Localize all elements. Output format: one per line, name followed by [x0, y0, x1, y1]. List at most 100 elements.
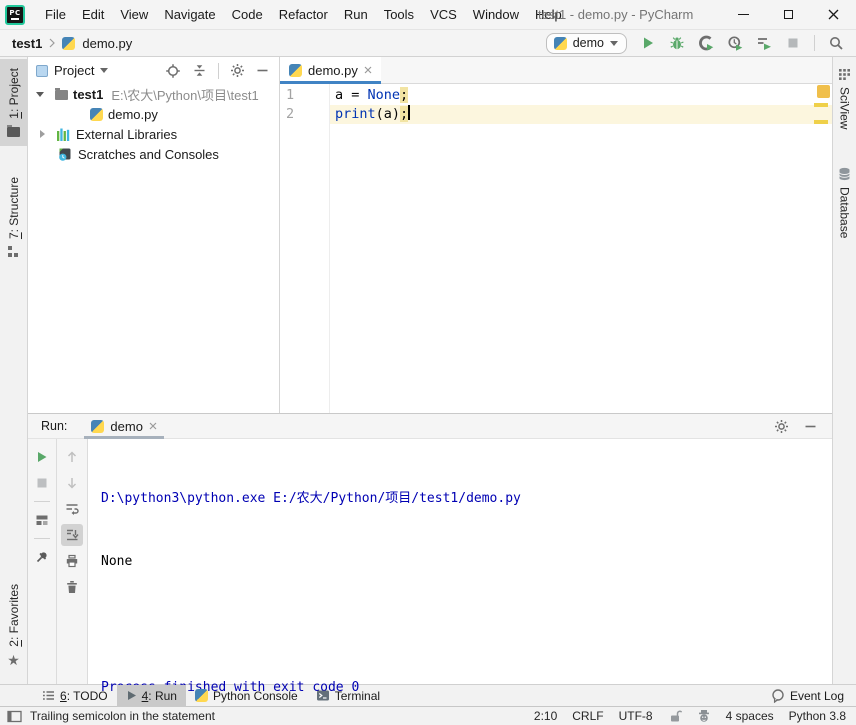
libraries-icon: [56, 127, 71, 142]
run-panel-body: D:\python3\python.exe E:/农大/Python/项目/te…: [28, 439, 832, 684]
search-everywhere-icon[interactable]: [828, 35, 844, 51]
gear-icon[interactable]: [230, 63, 245, 78]
minimize-button[interactable]: [721, 0, 766, 29]
locate-file-icon[interactable]: [165, 63, 181, 79]
soft-wrap-button[interactable]: [61, 498, 83, 520]
close-tab-icon[interactable]: [149, 422, 157, 430]
menu-tools[interactable]: Tools: [376, 3, 422, 26]
tool-tab-sciview[interactable]: SciView: [833, 59, 856, 138]
menu-file[interactable]: File: [37, 3, 74, 26]
clear-console-button[interactable]: [61, 576, 83, 598]
chevron-right-icon: [49, 38, 55, 48]
line-number: 1: [286, 86, 329, 105]
tool-tab-python-console-label: Python Console: [213, 689, 298, 703]
menu-window[interactable]: Window: [465, 3, 527, 26]
tree-scratches: Scratches and Consoles: [78, 147, 219, 162]
tool-tab-python-console[interactable]: Python Console: [186, 685, 307, 707]
tool-window-toggle-icon[interactable]: [7, 710, 22, 723]
expanded-arrow-icon[interactable]: [36, 92, 44, 97]
menu-edit[interactable]: Edit: [74, 3, 112, 26]
hide-panel-icon[interactable]: [256, 64, 269, 77]
python-config-icon: [91, 420, 104, 433]
encoding-widget[interactable]: UTF-8: [619, 709, 653, 723]
python-config-icon: [554, 37, 567, 50]
hector-inspections-icon[interactable]: [697, 709, 711, 723]
tree-row-external-libraries[interactable]: External Libraries: [28, 124, 279, 144]
main-area: 1: Project 7: Structure 2: Favorites ★: [0, 57, 856, 684]
tree-row-scratches[interactable]: Scratches and Consoles: [28, 144, 279, 164]
line-number-gutter: 1 2: [280, 84, 330, 413]
project-panel-title[interactable]: Project: [54, 63, 94, 78]
scroll-to-end-button[interactable]: [61, 524, 83, 546]
event-log-button[interactable]: Event Log: [770, 688, 856, 703]
project-tree: test1 E:\农大\Python\项目\test1 demo.py: [28, 84, 279, 164]
profiler-button[interactable]: [727, 35, 743, 51]
tool-tab-todo[interactable]: 6: TODO: [33, 685, 117, 707]
tool-tab-favorites[interactable]: 2: Favorites ★: [0, 575, 27, 676]
tool-tab-todo-label: 6: TODO: [60, 689, 108, 703]
menu-refactor[interactable]: Refactor: [271, 3, 336, 26]
debug-button[interactable]: [669, 35, 685, 51]
interpreter-widget[interactable]: Python 3.8: [789, 709, 846, 723]
tool-tab-terminal[interactable]: Terminal: [307, 685, 389, 707]
line-ending-widget[interactable]: CRLF: [572, 709, 603, 723]
code-area[interactable]: a = None; print(a);: [330, 84, 832, 413]
tool-window-icon: [36, 65, 48, 77]
indent-widget[interactable]: 4 spaces: [726, 709, 774, 723]
run-configuration-select[interactable]: demo: [546, 33, 627, 54]
collapsed-arrow-icon[interactable]: [40, 130, 45, 138]
database-icon: [838, 167, 851, 181]
close-button[interactable]: [811, 0, 856, 29]
menu-code[interactable]: Code: [224, 3, 271, 26]
tree-root-name: test1: [73, 87, 103, 102]
maximize-button[interactable]: [766, 0, 811, 29]
warning-stripe-mark[interactable]: [814, 103, 828, 107]
rerun-button[interactable]: [31, 446, 53, 468]
run-button[interactable]: [640, 35, 656, 51]
pin-tab-button[interactable]: [31, 546, 53, 568]
collapse-all-icon[interactable]: [192, 63, 207, 78]
navigation-toolbar: test1 demo.py demo: [0, 30, 856, 57]
run-tab-demo[interactable]: demo: [84, 414, 164, 439]
console-output[interactable]: D:\python3\python.exe E:/农大/Python/项目/te…: [88, 439, 832, 684]
python-console-icon: [195, 689, 208, 702]
text-caret: [408, 105, 410, 120]
code-line-1[interactable]: a = None;: [330, 86, 832, 105]
tool-tab-structure[interactable]: 7: Structure: [0, 168, 27, 267]
print-button[interactable]: [61, 550, 83, 572]
tool-tab-database[interactable]: Database: [833, 158, 856, 247]
sciview-icon: [838, 68, 851, 81]
close-tab-icon[interactable]: [364, 66, 372, 74]
editor-body[interactable]: 1 2 a = None; print(a);: [280, 84, 832, 413]
folder-icon: [7, 127, 20, 137]
run-with-concurrency-button[interactable]: [756, 35, 772, 51]
menu-view[interactable]: View: [112, 3, 156, 26]
chevron-down-icon[interactable]: [100, 68, 108, 73]
menu-vcs[interactable]: VCS: [422, 3, 465, 26]
menu-run[interactable]: Run: [336, 3, 376, 26]
run-with-coverage-button[interactable]: [698, 35, 714, 51]
gear-icon[interactable]: [774, 419, 789, 434]
editor-tab-label: demo.py: [308, 63, 358, 78]
editor-tab-demo[interactable]: demo.py: [280, 57, 381, 83]
tree-row-root[interactable]: test1 E:\农大\Python\项目\test1: [28, 84, 279, 104]
tool-tab-run[interactable]: 4: Run: [117, 685, 186, 707]
run-left-toolbar: [28, 439, 57, 684]
hide-panel-icon[interactable]: [804, 420, 817, 433]
tool-tab-terminal-label: Terminal: [335, 689, 380, 703]
unlocked-icon[interactable]: [668, 709, 682, 723]
tree-row-file[interactable]: demo.py: [28, 104, 279, 124]
menu-navigate[interactable]: Navigate: [156, 3, 223, 26]
breadcrumb-file[interactable]: demo.py: [82, 36, 132, 51]
center-column: Project: [28, 57, 832, 684]
terminal-icon: [316, 689, 330, 702]
tool-tab-project[interactable]: 1: Project: [0, 59, 27, 146]
toolbar-divider: [814, 35, 815, 51]
code-line-2[interactable]: print(a);: [330, 105, 832, 124]
warning-stripe-mark[interactable]: [814, 120, 828, 124]
inspection-indicator-icon[interactable]: [817, 85, 830, 98]
restore-layout-button[interactable]: [31, 509, 53, 531]
breadcrumb-project[interactable]: test1: [12, 36, 42, 51]
caret-position-widget[interactable]: 2:10: [534, 709, 557, 723]
run-panel-title: Run:: [41, 419, 67, 433]
